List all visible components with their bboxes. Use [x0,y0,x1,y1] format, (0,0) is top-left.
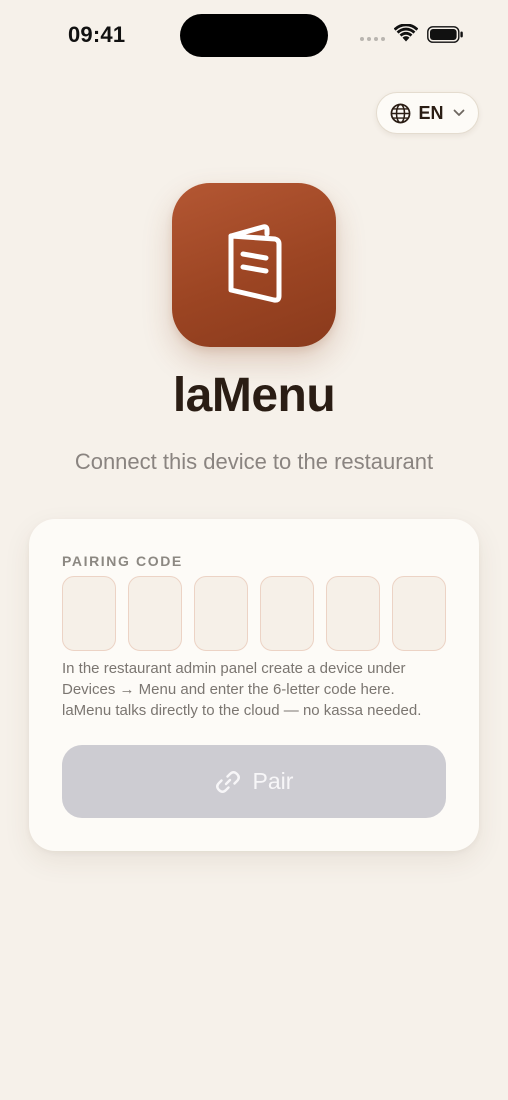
language-selector[interactable]: EN [376,92,479,134]
pair-button-label: Pair [252,768,294,794]
help-line: Devices → Menu and enter the 6-letter co… [62,681,395,698]
dynamic-island [180,14,328,57]
code-digit-4[interactable] [260,576,314,651]
pair-button[interactable]: Pair [62,745,446,818]
pairing-code-input[interactable] [62,576,446,651]
pairing-help-text: In the restaurant admin panel create a d… [62,658,462,721]
wifi-icon [394,24,418,42]
code-digit-6[interactable] [392,576,446,651]
menu-book-icon [228,224,282,303]
pairing-card: PAIRING CODE In the restaurant admin pan… [29,519,479,851]
status-bar: 09:41 [0,0,508,70]
code-digit-2[interactable] [128,576,182,651]
code-digit-1[interactable] [62,576,116,651]
link-icon [215,770,240,793]
code-digit-5[interactable] [326,576,380,651]
chevron-down-icon [453,109,464,116]
app-title: laMenu [172,369,336,422]
battery-icon [427,26,463,43]
status-time: 09:41 [68,22,126,47]
app-subtitle: Connect this device to the restaurant [74,449,434,474]
code-digit-3[interactable] [194,576,248,651]
help-line: In the restaurant admin panel create a d… [62,660,406,677]
pairing-code-label: PAIRING CODE [62,553,183,569]
help-line: laMenu talks directly to the cloud — no … [62,702,422,719]
cellular-signal-icon [360,37,385,41]
app-logo [172,183,336,347]
globe-icon [391,103,411,123]
language-code: EN [418,102,444,123]
